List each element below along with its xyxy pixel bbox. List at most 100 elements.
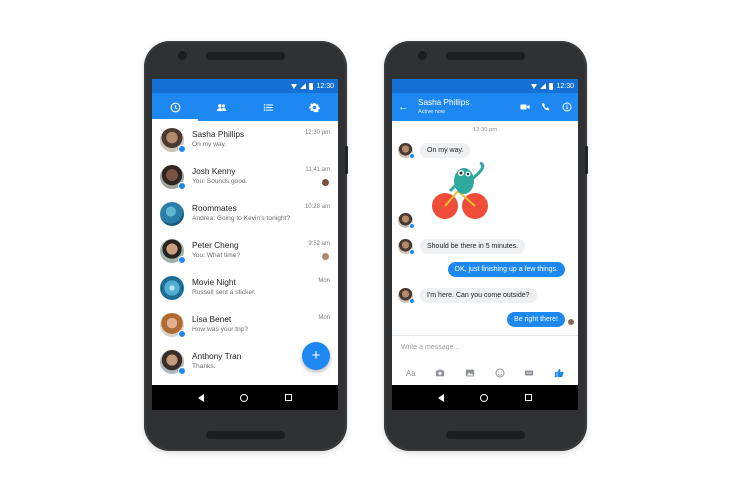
seen-avatar-icon xyxy=(322,179,329,186)
stage: 12:30 Sasha Phillips On my way. 12:30 pm… xyxy=(0,0,730,492)
volume-button xyxy=(345,146,348,174)
conversation-name: Lisa Benet xyxy=(192,314,232,324)
phone-right: 12:30 ← Sasha Phillips Active now 12:30 … xyxy=(384,41,588,451)
phone-call-icon[interactable] xyxy=(541,102,551,112)
like-thumb-icon[interactable] xyxy=(554,368,565,379)
conversation-row[interactable]: Sasha Phillips On my way. 12:30 pm xyxy=(152,121,338,158)
tab-recent[interactable] xyxy=(152,93,199,121)
conversation-snippet: Russell sent a sticker. xyxy=(192,289,256,296)
volume-button xyxy=(585,146,588,174)
status-time: 12:30 xyxy=(556,82,574,90)
gear-icon xyxy=(309,102,321,112)
android-navbar xyxy=(392,385,578,410)
back-icon[interactable] xyxy=(438,393,445,402)
conversation-time: 12:30 pm xyxy=(304,130,330,136)
tab-groups[interactable] xyxy=(245,93,292,121)
seen-avatar-icon xyxy=(322,253,329,260)
avatar xyxy=(398,288,415,304)
conversation-row[interactable]: Movie Night Russell sent a sticker. Mon xyxy=(152,269,338,306)
messenger-badge-icon xyxy=(178,255,186,264)
incoming-message[interactable]: On my way. xyxy=(420,143,471,158)
outgoing-message[interactable]: OK, just finishing up a few things. xyxy=(447,262,565,277)
conversation-row[interactable]: Josh Kenny You: Sounds good. 11:41 am xyxy=(152,158,338,195)
conversation-snippet: On my way. xyxy=(192,141,227,148)
message-thread: 12:30 pm On my way. Should be there in 5… xyxy=(392,121,578,357)
chat-title[interactable]: Sasha Phillips Active now xyxy=(418,98,509,116)
emoji-icon[interactable] xyxy=(494,368,505,379)
tab-people[interactable] xyxy=(199,93,246,121)
conversation-time: 9:52 am xyxy=(308,241,330,247)
video-call-icon[interactable] xyxy=(520,102,530,112)
people-icon xyxy=(216,103,227,111)
chat-header: ← Sasha Phillips Active now xyxy=(392,93,578,121)
outgoing-message[interactable]: Be right there! xyxy=(507,312,565,327)
message-row xyxy=(398,213,415,229)
home-icon[interactable] xyxy=(240,393,249,402)
conversation-row[interactable]: Lisa Benet How was your trip? Mon xyxy=(152,306,338,343)
front-camera xyxy=(418,51,427,60)
earpiece-speaker xyxy=(206,52,285,60)
home-icon[interactable] xyxy=(480,393,489,402)
avatar xyxy=(160,275,184,300)
bottom-speaker xyxy=(446,431,525,439)
avatar xyxy=(398,239,415,255)
battery-icon xyxy=(309,82,314,90)
clock-icon xyxy=(170,102,181,112)
text-format-icon[interactable]: Aa xyxy=(405,368,416,379)
conversation-snippet: You: Sounds good. xyxy=(192,178,248,185)
conversation-row[interactable]: Peter Cheng You: What time? 9:52 am xyxy=(152,232,338,269)
incoming-message[interactable]: Should be there in 5 minutes. xyxy=(420,239,526,254)
conversation-snippet: How was your trip? xyxy=(192,326,249,333)
signal-icon xyxy=(300,83,307,89)
chat-screen: 12:30 ← Sasha Phillips Active now 12:30 … xyxy=(392,79,578,410)
more-icon[interactable] xyxy=(524,368,535,379)
back-icon[interactable] xyxy=(198,393,205,402)
bike-monster-sticker[interactable] xyxy=(428,161,494,223)
composer: Write a message... xyxy=(392,335,578,361)
list-icon xyxy=(263,103,273,111)
messenger-badge-icon xyxy=(178,181,186,190)
wifi-icon xyxy=(291,83,298,89)
info-icon[interactable] xyxy=(562,102,572,112)
composer-toolbar: Aa xyxy=(392,361,578,385)
conversation-row[interactable]: Roommates Andrea: Going to Kevin's tonig… xyxy=(152,195,338,232)
conversation-name: Movie Night xyxy=(192,277,236,287)
conversation-time: Mon xyxy=(318,315,330,321)
android-navbar xyxy=(152,385,338,410)
front-camera xyxy=(178,51,187,60)
inbox-screen: 12:30 Sasha Phillips On my way. 12:30 pm… xyxy=(152,79,338,410)
inbox-tabbar xyxy=(152,93,338,121)
message-input[interactable]: Write a message... xyxy=(392,336,578,359)
incoming-message[interactable]: I'm here. Can you come outside? xyxy=(420,288,537,303)
avatar xyxy=(160,238,186,264)
message-row: Should be there in 5 minutes. xyxy=(398,239,526,255)
contact-status: Active now xyxy=(418,109,446,115)
new-message-button[interactable]: + xyxy=(302,342,330,370)
contact-name: Sasha Phillips xyxy=(418,98,470,107)
signal-icon xyxy=(540,83,547,89)
recents-icon[interactable] xyxy=(524,394,532,401)
battery-icon xyxy=(549,82,554,90)
avatar xyxy=(160,201,184,226)
avatar xyxy=(160,164,186,190)
phone-left: 12:30 Sasha Phillips On my way. 12:30 pm… xyxy=(144,41,348,451)
wifi-icon xyxy=(531,83,538,89)
recents-icon[interactable] xyxy=(284,394,292,401)
messenger-badge-icon xyxy=(409,223,415,229)
avatar xyxy=(398,213,415,229)
messenger-badge-icon xyxy=(178,329,186,338)
conversation-snippet: You: What time? xyxy=(192,252,241,259)
back-arrow-icon[interactable]: ← xyxy=(398,101,414,113)
tab-settings[interactable] xyxy=(292,93,339,121)
status-time: 12:30 xyxy=(316,82,334,90)
status-bar: 12:30 xyxy=(152,79,338,93)
image-icon[interactable] xyxy=(465,368,476,379)
earpiece-speaker xyxy=(446,52,525,60)
avatar xyxy=(160,349,186,375)
conversation-time: 11:41 am xyxy=(305,167,330,173)
messenger-badge-icon xyxy=(178,366,186,375)
message-row: On my way. xyxy=(398,143,471,159)
messenger-badge-icon xyxy=(178,144,186,153)
camera-icon[interactable] xyxy=(435,368,446,379)
read-receipt-avatar-icon xyxy=(568,319,574,325)
